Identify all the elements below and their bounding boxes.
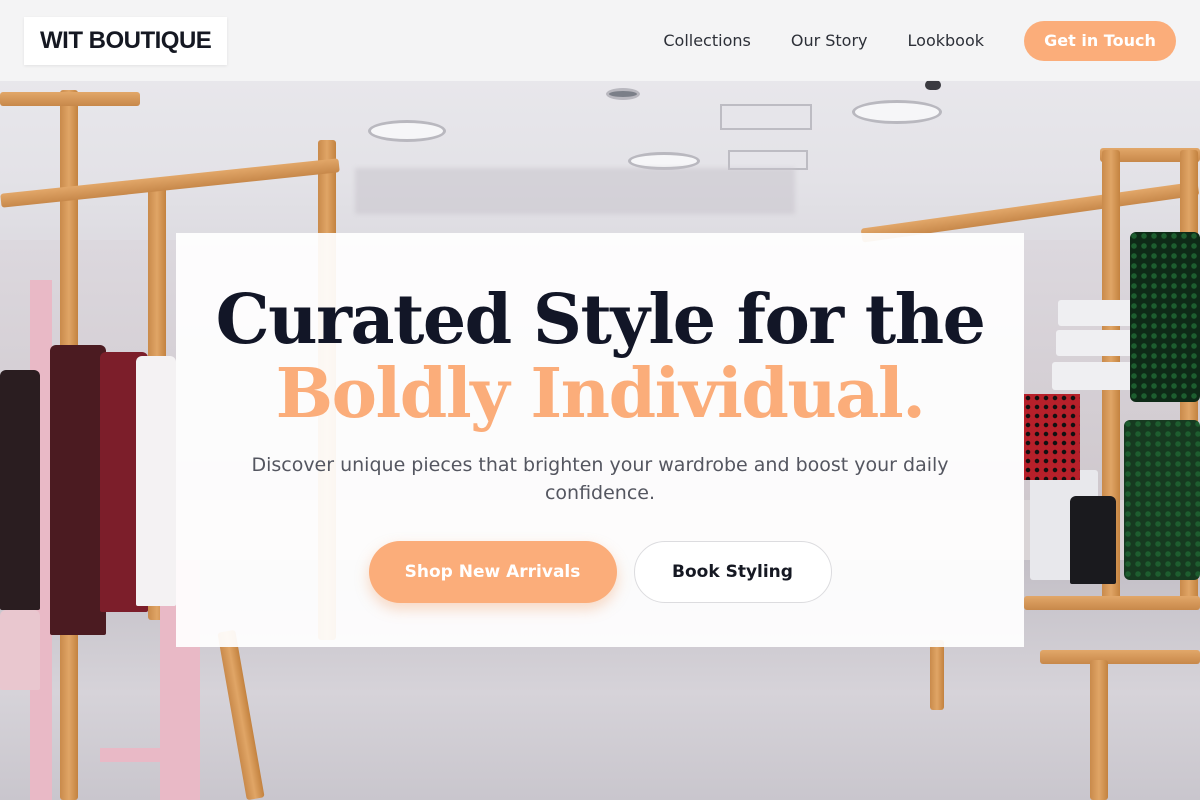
- hero-subtext: Discover unique pieces that brighten you…: [251, 454, 949, 504]
- nav-link-our-story[interactable]: Our Story: [791, 31, 868, 50]
- nav-link-lookbook[interactable]: Lookbook: [908, 31, 984, 50]
- brand-logo[interactable]: WIT BOUTIQUE: [24, 16, 228, 65]
- hero-card: Curated Style for the Boldly Individual.…: [176, 233, 1024, 647]
- hero-headline-accent: Boldly Individual.: [275, 354, 926, 434]
- book-styling-button[interactable]: Book Styling: [633, 541, 832, 603]
- hero-actions: Shop New Arrivals Book Styling: [176, 541, 1024, 603]
- shop-new-arrivals-button[interactable]: Shop New Arrivals: [368, 541, 617, 603]
- get-in-touch-button[interactable]: Get in Touch: [1024, 20, 1176, 61]
- brand-logo-text: WIT BOUTIQUE: [40, 26, 212, 54]
- site-header: WIT BOUTIQUE Collections Our Story Lookb…: [0, 0, 1200, 81]
- hero-headline: Curated Style for the: [215, 280, 986, 360]
- main-nav: Collections Our Story Lookbook Get in To…: [663, 20, 1176, 61]
- nav-link-collections[interactable]: Collections: [663, 31, 750, 50]
